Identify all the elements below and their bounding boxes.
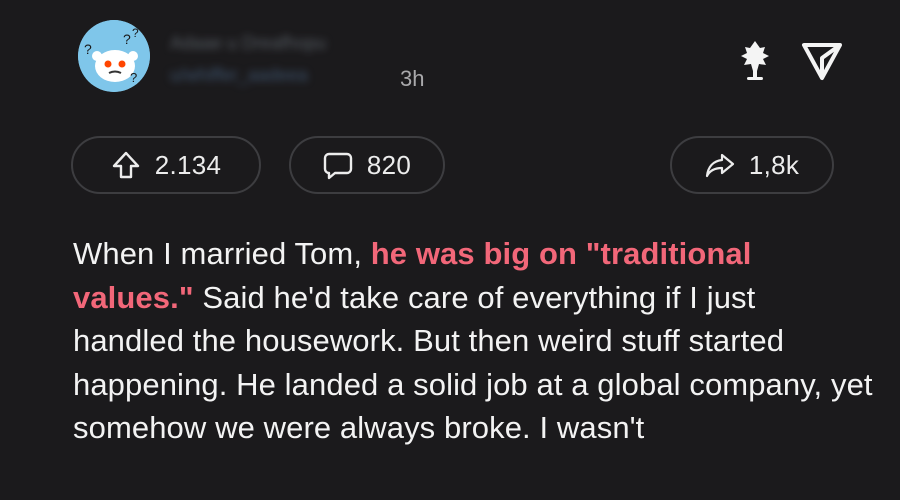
author-handle[interactable]: u/whiffer_aadeea	[170, 65, 385, 85]
award-tree-icon[interactable]	[733, 38, 777, 82]
share-button[interactable]: 1,8k	[670, 136, 834, 194]
post-body-intro: When I married Tom,	[73, 236, 371, 271]
upvote-count: 2.134	[154, 149, 222, 180]
upvote-button[interactable]: 2.134	[71, 136, 261, 194]
svg-text:?: ?	[132, 26, 139, 40]
post-body: When I married Tom, he was big on "tradi…	[73, 232, 873, 450]
post-header: ? ? ? ? Adaae u Dreafhopu u/whiffer_aade…	[78, 20, 858, 110]
author-name[interactable]: Adaae u Dreafhopu	[170, 33, 400, 53]
share-arrow-icon	[705, 153, 734, 178]
comments-button[interactable]: 820	[289, 136, 445, 194]
share-count: 1,8k	[748, 149, 800, 180]
upvote-arrow-icon	[112, 151, 139, 179]
share-triangle-icon[interactable]	[800, 40, 844, 82]
post-body-rest: Said he'd take care of everything if I j…	[73, 279, 873, 446]
svg-text:?: ?	[84, 41, 92, 57]
svg-text:?: ?	[130, 70, 137, 85]
comment-count: 820	[366, 149, 412, 180]
user-avatar[interactable]: ? ? ? ?	[78, 20, 150, 92]
comment-bubble-icon	[323, 152, 353, 180]
snoo-avatar-icon: ? ? ? ?	[78, 20, 150, 92]
svg-text:?: ?	[123, 31, 131, 47]
post-timestamp: 3h	[400, 66, 425, 91]
